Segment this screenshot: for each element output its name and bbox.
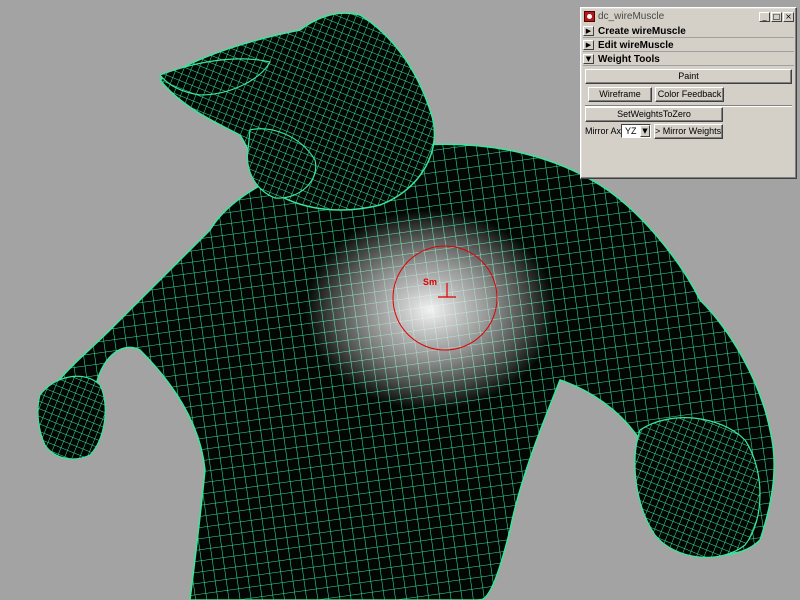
window-title: dc_wireMuscle <box>598 11 665 22</box>
frame-label: Weight Tools <box>598 53 660 65</box>
creature-right-fist-mesh <box>634 417 761 558</box>
window-titlebar[interactable]: dc_wireMuscle _ □ × <box>583 10 794 23</box>
set-weights-to-zero-button[interactable]: SetWeightsToZero <box>585 107 723 122</box>
collapse-arrow-icon[interactable]: ▼ <box>583 54 594 64</box>
painted-weight-region <box>305 210 555 410</box>
color-feedback-button[interactable]: Color Feedback <box>655 87 724 102</box>
frame-edit-wiremuscle[interactable]: ▶ Edit wireMuscle <box>583 39 794 52</box>
frame-label: Edit wireMuscle <box>598 39 674 51</box>
expand-arrow-icon[interactable]: ▶ <box>583 40 594 50</box>
mirror-axis-value: YZ <box>625 126 637 136</box>
close-icon[interactable]: × <box>783 11 794 22</box>
chevron-down-icon[interactable]: ▼ <box>640 125 650 137</box>
mirror-axis-select[interactable]: YZ ▼ <box>621 124 651 138</box>
frame-create-wiremuscle[interactable]: ▶ Create wireMuscle <box>583 25 794 38</box>
wireframe-button[interactable]: Wireframe <box>588 87 652 102</box>
maximize-icon[interactable]: □ <box>771 11 782 22</box>
minimize-icon[interactable]: _ <box>759 11 770 22</box>
maya-app-icon <box>584 11 595 22</box>
wire-muscle-window[interactable]: dc_wireMuscle _ □ × ▶ Create wireMuscle … <box>580 7 797 179</box>
brush-mode-label: Sm <box>423 277 437 287</box>
paint-button[interactable]: Paint <box>585 69 792 84</box>
frame-weight-tools[interactable]: ▼ Weight Tools <box>583 53 794 66</box>
creature-left-fist-mesh <box>37 375 106 460</box>
expand-arrow-icon[interactable]: ▶ <box>583 26 594 36</box>
mirror-weights-button[interactable]: > Mirror Weights < <box>654 124 723 139</box>
frame-label: Create wireMuscle <box>598 25 686 37</box>
